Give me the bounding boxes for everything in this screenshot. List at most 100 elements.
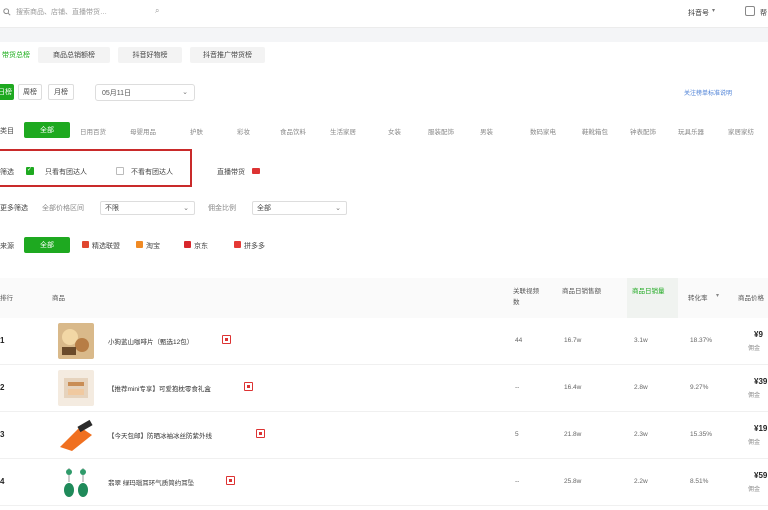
- sorted-column-bg: [627, 278, 678, 320]
- filter-option-2[interactable]: 不看有团达人: [131, 167, 173, 177]
- category-label: 类目: [0, 128, 14, 135]
- rules-link[interactable]: 关注榜单标准说明: [684, 88, 732, 97]
- week-button[interactable]: 周榜: [18, 84, 42, 100]
- video-count: 5: [515, 431, 519, 438]
- product-price: ¥39: [754, 377, 768, 386]
- header-sales-volume[interactable]: 商品日销量: [632, 286, 672, 297]
- tab-good-items[interactable]: 抖音好物榜: [118, 47, 182, 63]
- commission-label: 佣金比例: [208, 205, 236, 212]
- user-label[interactable]: 抖音号: [688, 8, 709, 18]
- product-image[interactable]: [58, 323, 94, 359]
- category-item[interactable]: 食品饮料: [280, 126, 306, 136]
- search-icon: [3, 8, 11, 16]
- price-sub: 佣金: [748, 346, 761, 352]
- sort-icon[interactable]: ▾: [716, 291, 719, 302]
- header-conversion[interactable]: 转化率: [688, 293, 708, 304]
- category-item[interactable]: 数码家电: [530, 126, 556, 136]
- sales-volume: 2.2w: [634, 478, 648, 485]
- table-row[interactable]: 2 【推荐mini专享】可爱抱枕零食礼盒 -- 16.4w 2.8w 9.27%…: [0, 365, 768, 412]
- live-icon: [252, 168, 260, 174]
- product-image[interactable]: [58, 464, 94, 500]
- category-item[interactable]: 服装配饰: [428, 126, 454, 136]
- expand-icon[interactable]: ⌕: [155, 6, 165, 16]
- top-bar: 搜索商品、店铺、直播带货… ⌕ 抖音号 ▾ 帮: [0, 0, 768, 28]
- search-placeholder: 搜索商品、店铺、直播带货…: [16, 9, 107, 16]
- header-videos[interactable]: 关联视频数: [513, 286, 545, 308]
- rank-number: 2: [0, 383, 5, 392]
- conversion-rate: 8.51%: [690, 478, 709, 485]
- table-row[interactable]: 1 小狗蓝山咖啡片（甄选12包） 44 16.7w 3.1w 18.37% ¥9…: [0, 318, 768, 365]
- category-item[interactable]: 钟表配饰: [630, 126, 656, 136]
- commission-select[interactable]: 全部 ⌄: [252, 201, 347, 215]
- category-item[interactable]: 女装: [388, 126, 401, 136]
- chevron-down-icon[interactable]: ▾: [712, 7, 715, 14]
- help-label[interactable]: 帮: [760, 8, 767, 18]
- source-all-button[interactable]: 全部: [24, 237, 70, 253]
- price-range-select[interactable]: 不限 ⌄: [100, 201, 195, 215]
- commission-value: 全部: [257, 205, 271, 212]
- source-item[interactable]: 淘宝: [146, 241, 160, 251]
- category-item[interactable]: 日用百货: [80, 126, 106, 136]
- alliance-icon: [82, 241, 89, 248]
- more-filter-label: 更多筛选: [0, 205, 28, 212]
- source-item[interactable]: 拼多多: [244, 241, 265, 251]
- category-item[interactable]: 生活家居: [330, 126, 356, 136]
- store-tag-icon: [226, 476, 235, 485]
- video-count: 44: [515, 337, 523, 344]
- product-price: ¥9: [754, 330, 763, 339]
- video-count: --: [515, 384, 520, 391]
- price-range-label: 全部价格区间: [42, 205, 84, 212]
- ranking-tabs: 带货总榜 商品总销额榜 抖音好物榜 抖音推广带货榜: [0, 42, 768, 66]
- store-tag-icon: [222, 335, 231, 344]
- product-image[interactable]: [58, 417, 94, 453]
- header-rank: 排行: [0, 295, 13, 302]
- price-sub: 佣金: [748, 440, 761, 446]
- category-item[interactable]: 护肤: [190, 126, 203, 136]
- product-name[interactable]: 小狗蓝山咖啡片（甄选12包）: [108, 336, 193, 346]
- checkbox-unchecked[interactable]: [116, 167, 124, 175]
- category-item[interactable]: 家居家纺: [728, 126, 754, 136]
- category-item[interactable]: 母婴用品: [130, 126, 156, 136]
- window-icon[interactable]: [745, 6, 755, 16]
- product-price: ¥59: [754, 471, 768, 480]
- category-item[interactable]: 鞋靴箱包: [582, 126, 608, 136]
- filter-option-1[interactable]: 只看有团达人: [45, 167, 87, 177]
- table-row[interactable]: 4 翡翠 绿玛瑙耳环气质简约耳坠 -- 25.8w 2.2w 8.51% ¥59…: [0, 459, 768, 506]
- day-button[interactable]: 日榜: [0, 84, 14, 100]
- category-all-button[interactable]: 全部: [24, 122, 70, 138]
- store-tag-icon: [256, 429, 265, 438]
- table-row[interactable]: 3 【今天包邮】防晒冰袖冰丝防紫外线 5 21.8w 2.3w 15.35% ¥…: [0, 412, 768, 459]
- product-name[interactable]: 翡翠 绿玛瑙耳环气质简约耳坠: [108, 477, 194, 487]
- category-item[interactable]: 男装: [480, 126, 493, 136]
- product-image[interactable]: [58, 370, 94, 406]
- date-select[interactable]: 05月11日 ⌄: [95, 84, 195, 101]
- video-count: --: [515, 478, 520, 485]
- product-price: ¥19: [754, 424, 768, 433]
- tab-promotion[interactable]: 抖音推广带货榜: [190, 47, 265, 63]
- category-item[interactable]: 彩妆: [237, 126, 250, 136]
- month-button[interactable]: 月榜: [48, 84, 74, 100]
- sales-amount: 16.4w: [564, 384, 582, 391]
- source-item[interactable]: 精选联盟: [92, 241, 120, 251]
- search-input[interactable]: 搜索商品、店铺、直播带货… ⌕: [0, 3, 165, 21]
- source-label: 来源: [0, 243, 14, 250]
- jd-icon: [184, 241, 191, 248]
- pdd-icon: [234, 241, 241, 248]
- source-item[interactable]: 京东: [194, 241, 208, 251]
- product-name[interactable]: 【今天包邮】防晒冰袖冰丝防紫外线: [108, 430, 212, 440]
- checkbox-checked[interactable]: [26, 166, 34, 175]
- rank-number: 1: [0, 336, 5, 345]
- tab-total[interactable]: 带货总榜: [0, 47, 32, 63]
- tab-sales[interactable]: 商品总销额榜: [38, 47, 110, 63]
- header-price: 商品价格: [738, 295, 764, 302]
- live-filter-label[interactable]: 直播带货: [217, 167, 245, 177]
- filter-label: 筛选: [0, 169, 14, 176]
- header-sales-amount[interactable]: 商品日销售额: [562, 286, 602, 297]
- conversion-rate: 18.37%: [690, 337, 713, 344]
- header-product: 商品: [52, 295, 65, 302]
- product-name[interactable]: 【推荐mini专享】可爱抱枕零食礼盒: [108, 383, 211, 393]
- store-tag-icon: [244, 382, 253, 391]
- sales-amount: 21.8w: [564, 431, 582, 438]
- category-item[interactable]: 玩具乐器: [678, 126, 704, 136]
- sales-volume: 3.1w: [634, 337, 648, 344]
